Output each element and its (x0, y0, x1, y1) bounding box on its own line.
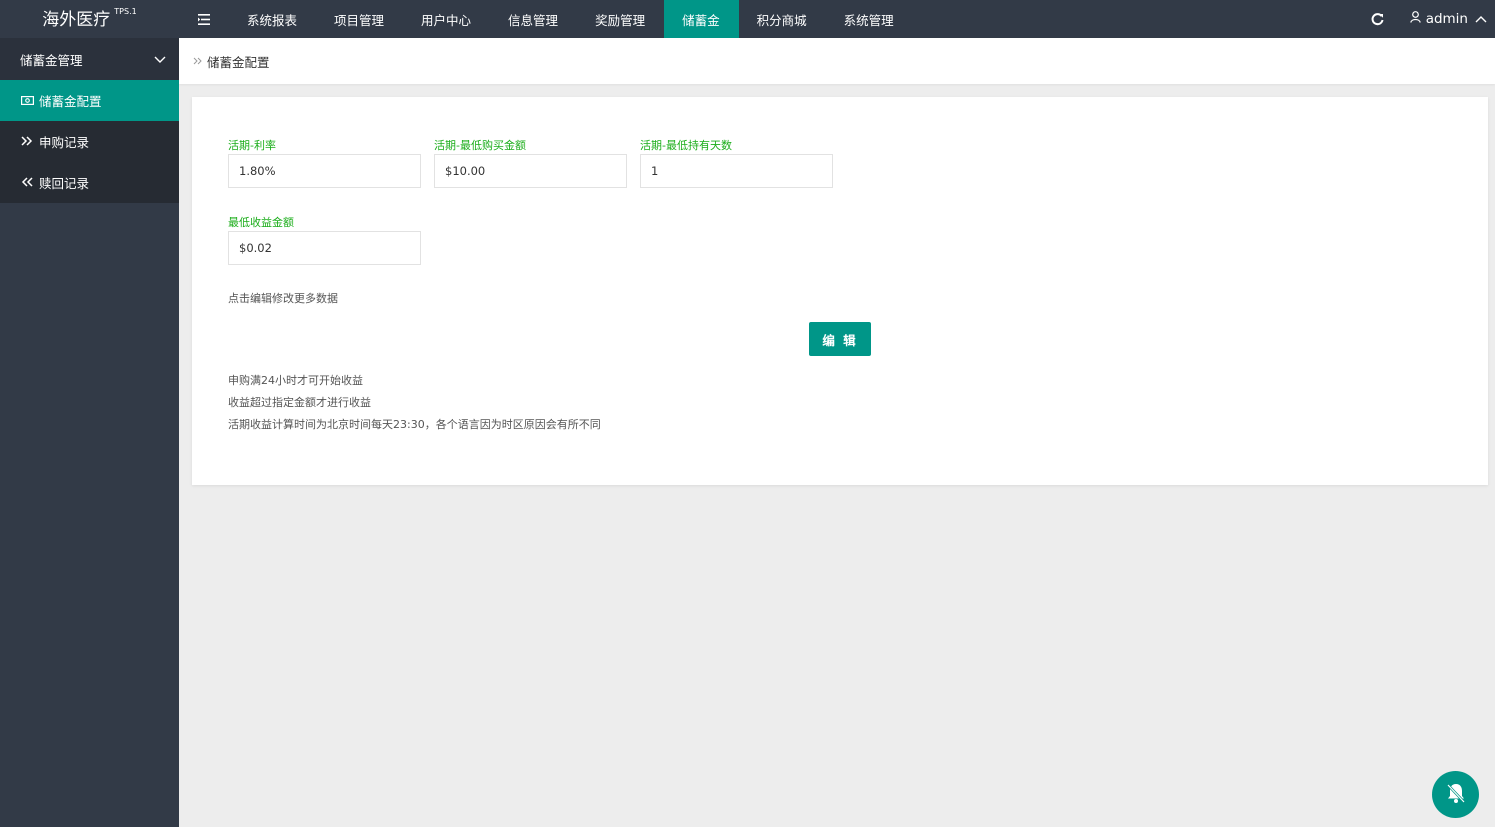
note-line: 活期收益计算时间为北京时间每天23:30，各个语言因为时区原因会有所不同 (228, 418, 601, 431)
double-chevron-left-icon (20, 176, 34, 190)
breadcrumb: 储蓄金配置 (179, 38, 1495, 84)
nav-label: 系统管理 (843, 12, 894, 28)
sidebar: 储蓄金管理 储蓄金配置 申购记录 赎回记录 (0, 38, 179, 827)
field-demand-rate: 活期-利率 (228, 137, 421, 188)
note-line: 申购满24小时才可开始收益 (228, 374, 363, 387)
sidebar-item-label: 申购记录 (39, 135, 90, 150)
nav-item-reward-management[interactable]: 奖励管理 (577, 0, 664, 38)
nav-label: 系统报表 (247, 12, 298, 28)
min-holding-days-input[interactable] (640, 154, 833, 188)
field-min-purchase-amount: 活期-最低购买金额 (434, 137, 627, 188)
savings-config-card: 活期-利率 活期-最低购买金额 活期-最低持有天数 最低收益金额 点击编辑修改更… (192, 97, 1488, 485)
nav-item-system-reports[interactable]: 系统报表 (229, 0, 316, 38)
notification-off-button[interactable] (1432, 771, 1479, 818)
nav-label: 储蓄金 (682, 12, 720, 28)
logo[interactable]: 海外医疗 TPS.1 (0, 0, 179, 38)
nav-label: 用户中心 (421, 12, 472, 28)
logo-version: TPS.1 (114, 7, 137, 16)
field-min-income-amount: 最低收益金额 (228, 214, 421, 265)
double-chevron-right-icon (193, 54, 202, 68)
top-header: 海外医疗 TPS.1 系统报表 项目管理 用户中心 信息管理 奖励管理 储蓄金 … (0, 0, 1495, 38)
sidebar-item-savings-config[interactable]: 储蓄金配置 (0, 80, 179, 121)
top-right-tools: admin (1358, 0, 1495, 38)
sidebar-group-label: 储蓄金管理 (20, 52, 83, 68)
nav-label: 积分商城 (756, 12, 807, 28)
bell-off-icon (1443, 780, 1469, 809)
field-label: 活期-最低购买金额 (434, 139, 526, 152)
chevron-up-icon (1475, 13, 1487, 26)
nav-label: 信息管理 (508, 12, 559, 28)
edit-hint: 点击编辑修改更多数据 (228, 292, 338, 305)
notes: 申购满24小时才可开始收益 收益超过指定金额才进行收益 活期收益计算时间为北京时… (228, 373, 601, 439)
sidebar-item-label: 赎回记录 (39, 176, 90, 191)
min-purchase-amount-input[interactable] (434, 154, 627, 188)
double-chevron-right-icon (20, 135, 34, 149)
min-income-amount-input[interactable] (228, 231, 421, 265)
top-nav: 系统报表 项目管理 用户中心 信息管理 奖励管理 储蓄金 积分商城 系统管理 (229, 0, 913, 38)
nav-item-user-center[interactable]: 用户中心 (403, 0, 490, 38)
nav-item-info-management[interactable]: 信息管理 (490, 0, 577, 38)
nav-item-project-management[interactable]: 项目管理 (316, 0, 403, 38)
menu-fold-icon[interactable] (179, 0, 229, 38)
breadcrumb-current[interactable]: 储蓄金配置 (207, 52, 270, 71)
chevron-down-icon (154, 52, 166, 67)
field-label: 活期-利率 (228, 139, 276, 152)
money-icon (20, 94, 34, 108)
username: admin (1425, 11, 1468, 27)
user-icon (1409, 11, 1421, 27)
sidebar-group-savings-management[interactable]: 储蓄金管理 (0, 38, 179, 80)
nav-item-points-mall[interactable]: 积分商城 (739, 0, 826, 38)
sidebar-item-purchase-records[interactable]: 申购记录 (0, 121, 179, 162)
sidebar-item-label: 储蓄金配置 (39, 94, 102, 109)
edit-button[interactable]: 编 辑 (809, 322, 871, 356)
user-menu[interactable]: admin (1398, 0, 1495, 38)
refresh-icon[interactable] (1358, 0, 1398, 38)
note-line: 收益超过指定金额才进行收益 (228, 396, 371, 409)
field-label: 活期-最低持有天数 (640, 139, 732, 152)
demand-rate-input[interactable] (228, 154, 421, 188)
sidebar-item-redemption-records[interactable]: 赎回记录 (0, 162, 179, 203)
field-min-holding-days: 活期-最低持有天数 (640, 137, 833, 188)
nav-label: 项目管理 (334, 12, 385, 28)
nav-label: 奖励管理 (595, 12, 646, 28)
nav-item-system-management[interactable]: 系统管理 (826, 0, 913, 38)
field-label: 最低收益金额 (228, 216, 294, 229)
nav-item-savings[interactable]: 储蓄金 (664, 0, 739, 38)
logo-text: 海外医疗 (42, 10, 111, 30)
